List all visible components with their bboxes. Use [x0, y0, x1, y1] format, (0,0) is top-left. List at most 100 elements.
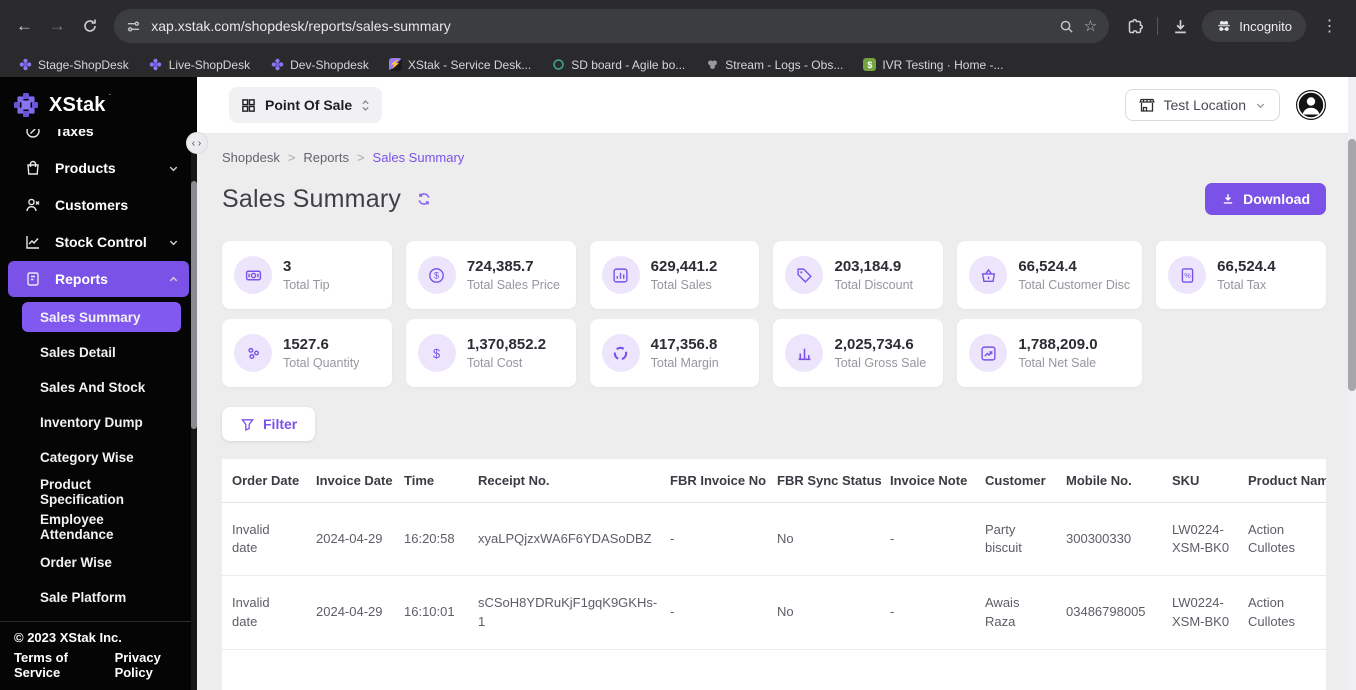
bookmark-label: Dev-Shopdesk: [290, 57, 369, 72]
shopify-favicon: $: [863, 58, 877, 71]
xstak-logo-icon: [12, 91, 40, 119]
download-icon: [1221, 192, 1235, 206]
sales-table: Order Date Invoice Date Time Receipt No.…: [222, 458, 1326, 690]
privacy-policy-link[interactable]: Privacy Policy: [115, 650, 183, 680]
submenu-inventory-dump[interactable]: Inventory Dump: [22, 407, 181, 437]
page-scrollbar[interactable]: [1348, 77, 1356, 690]
submenu-employee-attendance[interactable]: Employee Attendance: [22, 512, 181, 542]
bookmark-sd-board[interactable]: SD board - Agile bo...: [543, 56, 693, 74]
service-desk-favicon: ⚡: [388, 58, 402, 71]
page-title: Sales Summary: [222, 184, 402, 213]
products-icon: [24, 160, 41, 177]
stream-favicon: [705, 58, 719, 72]
bookmark-star-icon[interactable]: ☆: [1084, 17, 1097, 35]
submenu-sales-detail[interactable]: Sales Detail: [22, 337, 181, 367]
bookmark-live-shopdesk[interactable]: Live-ShopDesk: [141, 56, 258, 74]
stat-card-total-tax: % 66,524.4 Total Tax: [1156, 241, 1326, 309]
sidebar-item-stock-control[interactable]: Stock Control: [8, 224, 189, 260]
incognito-badge[interactable]: Incognito: [1202, 10, 1307, 42]
col-sku: SKU: [1162, 459, 1238, 503]
bookmark-xstak-service-desk[interactable]: ⚡ XStak - Service Desk...: [381, 56, 539, 74]
site-info-icon[interactable]: [126, 19, 141, 34]
filter-label: Filter: [263, 416, 298, 432]
browser-toolbar: ← → xap.xstak.com/shopdesk/reports/sales…: [0, 0, 1356, 52]
submenu-sale-platform[interactable]: Sale Platform: [22, 582, 181, 612]
table-row[interactable]: Invalid date 2024-04-29 16:20:58 xyaLPQj…: [222, 502, 1326, 577]
brand[interactable]: XStak ˙: [0, 77, 197, 129]
sidebar-item-label: Customers: [55, 197, 129, 213]
bookmark-dev-shopdesk[interactable]: Dev-Shopdesk: [262, 56, 377, 74]
bar-chart-icon: [785, 334, 824, 372]
submenu-category-wise[interactable]: Category Wise: [22, 442, 181, 472]
submenu-order-wise[interactable]: Order Wise: [22, 547, 181, 577]
url-bar[interactable]: xap.xstak.com/shopdesk/reports/sales-sum…: [114, 9, 1110, 43]
funnel-icon: [240, 417, 255, 432]
toolbar-divider: [1157, 17, 1159, 35]
incognito-icon: [1216, 18, 1232, 34]
basket-icon: [969, 256, 1008, 294]
download-button[interactable]: Download: [1205, 183, 1326, 215]
sd-board-favicon: [551, 58, 565, 72]
location-selector[interactable]: Test Location: [1124, 89, 1280, 121]
module-switcher-button[interactable]: Point Of Sale: [229, 87, 383, 123]
grid-icon: [241, 98, 256, 113]
filter-button[interactable]: Filter: [222, 407, 316, 441]
stat-card-total-cost: $ 1,370,852.2 Total Cost: [405, 319, 576, 387]
menu-dots-icon[interactable]: ⋮: [1314, 10, 1346, 42]
bookmark-ivr-testing[interactable]: $ IVR Testing · Home -...: [855, 56, 1011, 74]
stat-card-total-net-sale: 1,788,209.0 Total Net Sale: [957, 319, 1143, 387]
breadcrumb-shopdesk[interactable]: Shopdesk: [222, 150, 280, 165]
sidebar-item-customers[interactable]: Customers: [8, 187, 189, 223]
page-body: Shopdesk > Reports > Sales Summary Sales…: [197, 134, 1356, 690]
svg-text:$: $: [434, 270, 439, 280]
sidebar-item-products[interactable]: Products: [8, 150, 189, 186]
downloads-icon[interactable]: [1166, 12, 1194, 40]
stat-card-total-quantity: 1527.6 Total Quantity: [222, 319, 392, 387]
chevron-down-icon: [1255, 100, 1266, 111]
search-icon[interactable]: [1059, 19, 1074, 34]
breadcrumb-reports[interactable]: Reports: [303, 150, 349, 165]
sidebar-collapse-toggle[interactable]: ‹ ›: [186, 132, 208, 154]
bookmark-stage-shopdesk[interactable]: Stage-ShopDesk: [10, 56, 137, 74]
col-order-date: Order Date: [222, 459, 306, 503]
trend-square-icon: [969, 334, 1008, 372]
user-avatar[interactable]: [1296, 90, 1326, 120]
page-scrollbar-thumb[interactable]: [1348, 139, 1356, 391]
bookmark-label: Stage-ShopDesk: [38, 57, 129, 72]
forward-icon[interactable]: →: [43, 10, 72, 42]
table-row[interactable]: Invalid date 2024-04-29 16:10:01 sCSoH8Y…: [222, 575, 1326, 650]
stat-card-total-gross-sale: 2,025,734.6 Total Gross Sale: [773, 319, 944, 387]
reports-submenu: Sales Summary Sales Detail Sales And Sto…: [0, 302, 197, 612]
refresh-icon[interactable]: [417, 192, 431, 206]
extensions-icon[interactable]: [1121, 12, 1149, 40]
bookmark-stream-logs[interactable]: Stream - Logs - Obs...: [697, 56, 851, 74]
submenu-sales-summary[interactable]: Sales Summary: [22, 302, 181, 332]
chevron-down-icon: [168, 237, 179, 248]
sidebar-nav: Taxes Products Customers Stock Control R…: [0, 129, 197, 621]
reload-icon[interactable]: [76, 10, 105, 42]
sort-chevrons-icon: [361, 99, 370, 112]
tax-document-icon: %: [1168, 256, 1207, 294]
terms-of-service-link[interactable]: Terms of Service: [14, 650, 95, 680]
stat-card-total-margin: 417,356.8 Total Margin: [589, 319, 760, 387]
brand-name: XStak: [49, 93, 106, 116]
col-customer: Customer: [975, 459, 1056, 503]
stat-card-total-sales-price: $ 724,385.7 Total Sales Price: [405, 241, 576, 309]
stats-cards: 3 Total Tip $ 724,385.7 Total Sales Price …: [222, 241, 1326, 387]
submenu-sales-and-stock[interactable]: Sales And Stock: [22, 372, 181, 402]
chevron-up-icon: [168, 274, 179, 285]
incognito-label: Incognito: [1239, 18, 1293, 34]
stat-card-total-discount: 203,184.9 Total Discount: [773, 241, 944, 309]
bookmark-label: XStak - Service Desk...: [407, 57, 532, 72]
back-icon[interactable]: ←: [10, 10, 39, 42]
dots-icon: [234, 334, 272, 372]
brand-mark: ˙: [108, 93, 113, 105]
table-header-row: Order Date Invoice Date Time Receipt No.…: [222, 459, 1326, 503]
sidebar-item-reports[interactable]: Reports: [8, 261, 189, 297]
sidebar-item-taxes[interactable]: Taxes: [8, 129, 189, 149]
submenu-product-specification[interactable]: Product Specification: [22, 477, 181, 507]
donut-icon: [601, 334, 640, 372]
col-time: Time: [394, 459, 468, 503]
col-invoice-date: Invoice Date: [306, 459, 394, 503]
col-product-name: Product Name: [1238, 459, 1326, 503]
